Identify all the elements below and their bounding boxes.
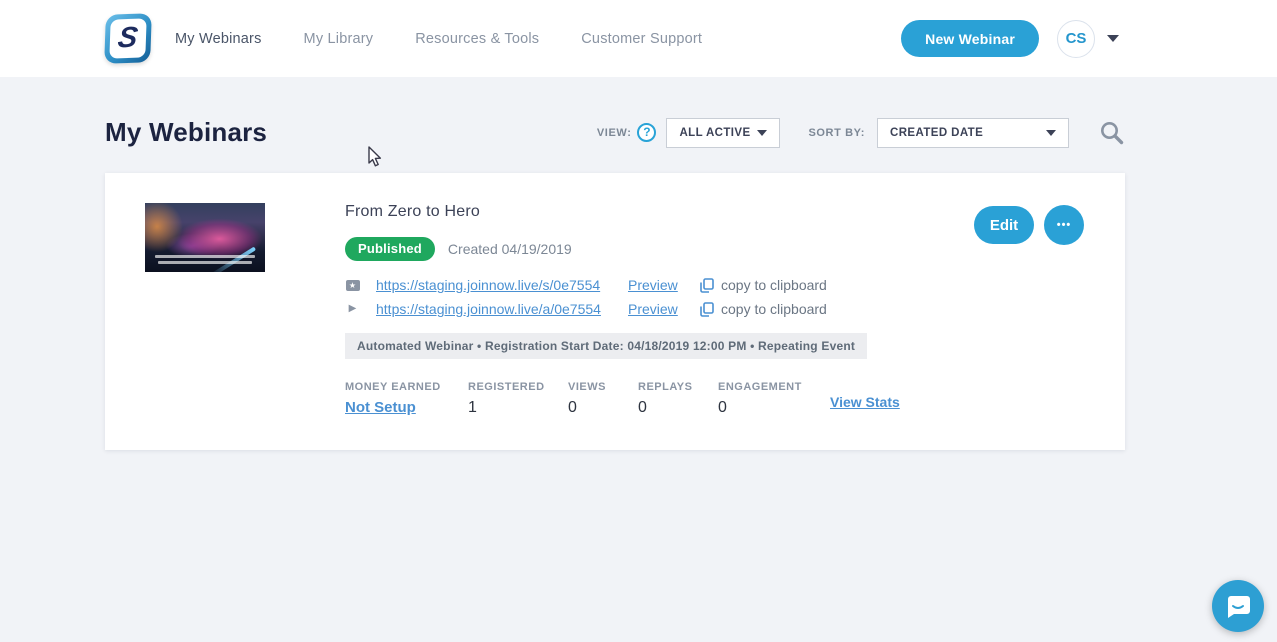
search-icon[interactable] (1099, 120, 1125, 146)
main-nav: My Webinars My Library Resources & Tools… (175, 31, 702, 47)
webinar-card: From Zero to Hero Published Created 04/1… (105, 173, 1125, 450)
stat-money-earned: MONEY EARNED Not Setup (345, 381, 468, 417)
attend-preview-link[interactable]: Preview (628, 301, 680, 317)
registration-link[interactable]: https://staging.joinnow.live/s/0e7554 (376, 277, 612, 293)
attend-link[interactable]: https://staging.joinnow.live/a/0e7554 (376, 301, 612, 317)
stat-label: MONEY EARNED (345, 381, 441, 393)
created-date: Created 04/19/2019 (447, 241, 572, 257)
stats-row: MONEY EARNED Not Setup REGISTERED 1 VIEW… (345, 381, 1085, 417)
nav-item-resources-tools[interactable]: Resources & Tools (415, 31, 539, 47)
card-actions: Edit ••• (974, 205, 1084, 245)
stat-registered: REGISTERED 1 (468, 381, 568, 417)
registration-copy-to-clipboard[interactable]: copy to clipboard (700, 277, 827, 293)
copy-icon (700, 301, 714, 317)
nav-item-customer-support[interactable]: Customer Support (581, 31, 702, 47)
logo-s-glyph: S (116, 21, 140, 55)
view-filter-select[interactable]: ALL ACTIVE (666, 117, 781, 148)
stat-label: VIEWS (568, 381, 606, 393)
copy-icon (700, 277, 714, 293)
attend-copy-to-clipboard[interactable]: copy to clipboard (700, 301, 827, 317)
stat-value: 0 (638, 399, 647, 416)
help-icon[interactable]: ? (637, 123, 657, 142)
stat-value: Not Setup (345, 399, 468, 417)
registration-link-row: ★ https://staging.joinnow.live/s/0e7554 … (345, 276, 1085, 294)
attend-link-row: ▶ https://staging.joinnow.live/a/0e7554 … (345, 300, 1085, 318)
edit-button[interactable]: Edit (974, 206, 1034, 244)
stat-value: 1 (468, 399, 477, 416)
stat-label: REPLAYS (638, 381, 693, 393)
stat-label: ENGAGEMENT (718, 381, 802, 393)
sort-by-label: SORT BY: (808, 126, 865, 139)
webinar-thumbnail[interactable] (145, 203, 265, 272)
view-filter-value: ALL ACTIVE (679, 126, 751, 139)
stat-views: VIEWS 0 (568, 381, 638, 417)
stat-value: 0 (568, 399, 577, 416)
thumbnail-streak-decoration (209, 246, 257, 272)
new-webinar-button[interactable]: New Webinar (901, 20, 1039, 57)
chat-bubble-icon (1228, 595, 1250, 618)
thumbnail-caption-line (158, 261, 252, 264)
chevron-down-icon (1046, 129, 1056, 136)
webinar-info-bar: Automated Webinar • Registration Start D… (345, 333, 868, 359)
view-stats-wrap: View Stats (830, 381, 900, 412)
ticket-icon: ★ (345, 279, 360, 291)
app-logo-inner: S (109, 18, 147, 59)
page-title: My Webinars (105, 117, 268, 147)
status-badge: Published (345, 237, 435, 261)
top-nav-bar: S My Webinars My Library Resources & Too… (0, 0, 1277, 77)
money-earned-not-setup-link[interactable]: Not Setup (345, 399, 416, 416)
nav-item-my-library[interactable]: My Library (304, 31, 374, 47)
list-controls: VIEW: ? ALL ACTIVE SORT BY: CREATED DATE (596, 117, 1125, 148)
stat-replays: REPLAYS 0 (638, 381, 718, 417)
stat-value: 0 (718, 399, 727, 416)
chevron-down-icon (757, 129, 768, 136)
play-icon: ▶ (348, 303, 357, 314)
toolbar: My Webinars VIEW: ? ALL ACTIVE SORT BY: … (105, 117, 1125, 148)
sort-by-value: CREATED DATE (890, 126, 984, 139)
copy-to-clipboard-label: copy to clipboard (721, 301, 827, 317)
nav-item-my-webinars[interactable]: My Webinars (175, 31, 262, 47)
sort-by-select[interactable]: CREATED DATE (877, 117, 1069, 148)
thumbnail-caption-line (154, 255, 256, 258)
registration-preview-link[interactable]: Preview (628, 277, 680, 293)
copy-to-clipboard-label: copy to clipboard (721, 277, 827, 293)
view-label: VIEW: (596, 126, 632, 139)
user-avatar[interactable]: CS (1057, 19, 1095, 58)
more-options-button[interactable]: ••• (1044, 205, 1084, 245)
app-logo[interactable]: S (104, 13, 152, 64)
stat-label: REGISTERED (468, 381, 545, 393)
view-stats-link[interactable]: View Stats (830, 394, 900, 410)
chat-launcher-button[interactable] (1212, 580, 1264, 632)
header-actions: New Webinar CS (901, 19, 1119, 58)
stat-engagement: ENGAGEMENT 0 (718, 381, 830, 417)
account-menu-caret-icon[interactable] (1107, 35, 1119, 42)
